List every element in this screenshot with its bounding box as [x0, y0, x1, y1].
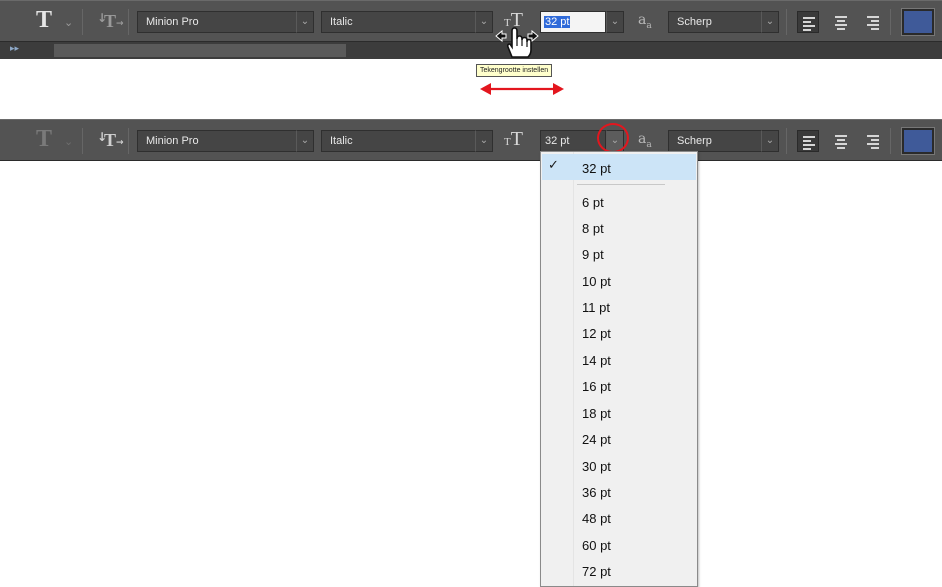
anti-alias-dropdown-button[interactable]: ⌄ [761, 130, 779, 152]
menu-item[interactable]: 30 pt [582, 459, 611, 474]
align-left-icon[interactable] [797, 130, 819, 152]
text-color-swatch[interactable] [901, 8, 935, 36]
menu-item[interactable]: 12 pt [582, 326, 611, 341]
menu-item[interactable]: 48 pt [582, 511, 611, 526]
menu-item[interactable]: 24 pt [582, 432, 611, 447]
font-style-field[interactable]: Italic [321, 130, 476, 152]
font-family-field[interactable]: Minion Pro [137, 11, 297, 33]
type-tool-icon[interactable]: T [36, 7, 52, 34]
font-size-value-selected: 32 pt [544, 16, 571, 28]
divider [128, 128, 129, 154]
menu-item[interactable]: 72 pt [582, 564, 611, 579]
align-right-icon[interactable] [862, 130, 884, 152]
font-size-icon[interactable]: TT [504, 128, 523, 151]
divider [128, 9, 129, 35]
tooltip: Tekengrootte instellen [476, 64, 553, 77]
menu-item[interactable]: 6 pt [582, 195, 604, 210]
divider [786, 128, 787, 154]
expand-panels-icon[interactable]: ▸▸ [10, 44, 19, 54]
font-style-dropdown-button[interactable]: ⌄ [475, 11, 493, 33]
type-tool-icon[interactable]: T [36, 126, 52, 153]
anti-alias-icon: aa [638, 131, 652, 150]
align-left-icon[interactable] [797, 11, 819, 33]
menu-item-selected[interactable]: ✓ [542, 154, 696, 180]
highlight-circle-annotation [597, 123, 629, 153]
menu-item[interactable]: 36 pt [582, 485, 611, 500]
hand-scrub-cursor-icon [495, 27, 539, 58]
tool-preset-chevron-icon[interactable]: ⌄ [64, 16, 73, 29]
anti-alias-dropdown-button[interactable]: ⌄ [761, 11, 779, 33]
anti-alias-field[interactable]: Scherp [668, 11, 762, 33]
anti-alias-field[interactable]: Scherp [668, 130, 762, 152]
menu-item[interactable]: 11 pt [582, 300, 610, 315]
menu-item[interactable]: 14 pt [582, 353, 611, 368]
menu-item[interactable]: 8 pt [582, 221, 604, 236]
align-right-icon[interactable] [862, 11, 884, 33]
toggle-text-orientation-icon[interactable]: ↓ T → [97, 11, 124, 32]
anti-alias-icon: aa [638, 12, 652, 31]
divider [890, 128, 891, 154]
divider [786, 9, 787, 35]
align-center-icon[interactable] [830, 11, 852, 33]
font-size-menu: ✓ 32 pt 6 pt 8 pt 9 pt 10 pt 11 pt 12 pt… [540, 151, 698, 587]
font-family-dropdown-button[interactable]: ⌄ [296, 11, 314, 33]
menu-item[interactable]: 60 pt [582, 538, 611, 553]
align-center-icon[interactable] [830, 130, 852, 152]
font-family-dropdown-button[interactable]: ⌄ [296, 130, 314, 152]
font-style-field[interactable]: Italic [321, 11, 476, 33]
tool-preset-chevron-icon[interactable]: ⌄ [64, 135, 73, 148]
double-arrow-annotation-icon [480, 83, 564, 95]
divider [890, 9, 891, 35]
menu-divider [577, 184, 665, 185]
font-size-dropdown-button[interactable]: ⌄ [606, 11, 624, 33]
divider [82, 128, 83, 154]
menu-item[interactable]: 9 pt [582, 247, 604, 262]
checkmark-icon: ✓ [548, 158, 559, 173]
menu-item[interactable]: 10 pt [582, 274, 611, 289]
menu-item[interactable]: 16 pt [582, 379, 611, 394]
font-size-field[interactable]: 32 pt [540, 130, 606, 152]
text-color-swatch[interactable] [901, 127, 935, 155]
menu-item-selected-label[interactable]: 32 pt [582, 161, 611, 176]
font-size-field[interactable]: 32 pt [540, 11, 606, 33]
menu-item[interactable]: 18 pt [582, 406, 611, 421]
divider [82, 9, 83, 35]
options-bar-top: T ⌄ ↓ T → Minion Pro ⌄ Italic ⌄ TT 32 pt ⌄… [0, 0, 942, 42]
toggle-text-orientation-icon[interactable]: ↓ T → [97, 130, 124, 151]
options-bar-bottom: T ⌄ ↓ T → Minion Pro ⌄ Italic ⌄ TT 32 pt ⌄… [0, 119, 942, 161]
font-style-dropdown-button[interactable]: ⌄ [475, 130, 493, 152]
menu-gutter [573, 152, 574, 586]
document-tab-bar: ▸▸ [0, 42, 942, 59]
scrollbar-thumb[interactable] [54, 44, 346, 57]
font-family-field[interactable]: Minion Pro [137, 130, 297, 152]
